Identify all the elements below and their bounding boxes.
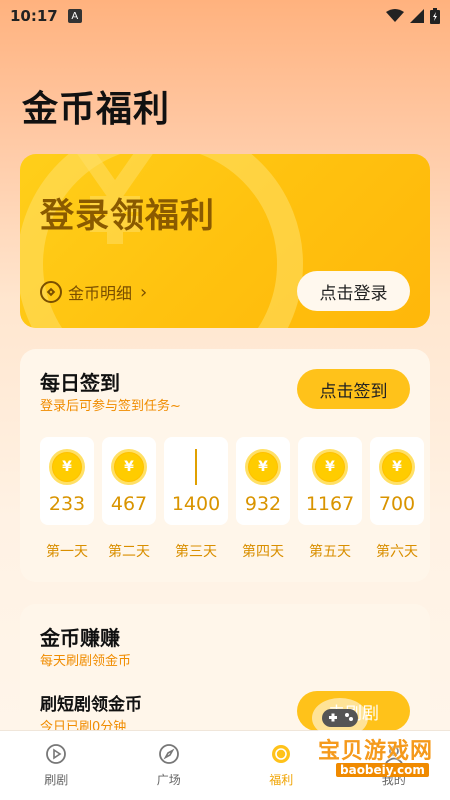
signal-icon [410,9,424,23]
signin-subtitle: 登录后可参与签到任务~ [40,399,181,414]
login-card-title: 登录领福利 [40,196,215,236]
login-button[interactable]: 点击登录 [297,271,410,311]
day-reward-box: ¥ 1167 [298,437,362,525]
coin-edge-icon [195,449,198,485]
day-amount: 1167 [305,493,355,515]
coin-detail-icon [40,281,62,303]
battery-icon [430,8,440,24]
signin-day: ¥ 932 第四天 [236,437,290,561]
chevron-right-icon: › [140,281,148,303]
signin-day: 1400 第三天 [164,437,228,561]
status-bar: 10:17 A [0,0,450,32]
coin-icon: ¥ [49,449,85,485]
nav-label: 广场 [156,773,181,787]
day-reward-box: 1400 [164,437,228,525]
gamepad-icon [312,698,368,738]
earn-subtitle: 每天刷剧领金币 [40,654,132,669]
coin-detail-link[interactable]: 金币明细 › [40,280,147,304]
day-label: 第四天 [242,544,284,560]
daily-signin-card: 每日签到 登录后可参与签到任务~ 点击签到 ¥ 233 第一天 ¥ 467 第二… [20,349,430,582]
day-amount: 700 [378,493,416,515]
coin-icon: ¥ [111,449,147,485]
nav-label: 刷剧 [44,773,69,787]
day-amount: 233 [48,493,86,515]
play-circle-icon [45,743,67,765]
day-reward-box: ¥ 467 [102,437,156,525]
signin-title: 每日签到 [40,371,120,395]
status-icons [386,8,440,24]
day-label: 第五天 [309,544,351,560]
day-reward-box: ¥ 233 [40,437,94,525]
signin-button[interactable]: 点击签到 [297,369,410,409]
coin-detail-label: 金币明细 [68,284,133,303]
day-amount: 467 [110,493,148,515]
day-amount: 1400 [171,493,221,515]
day-reward-box: ¥ 700 [370,437,424,525]
signin-day: ¥ 1167 第五天 [298,437,362,561]
day-label: 第一天 [46,544,88,560]
day-amount: 932 [244,493,282,515]
signin-day: ¥ 700 第六天 [370,437,424,561]
nav-item-plaza[interactable]: 广场 [113,731,226,800]
task-title: 刷短剧领金币 [40,695,142,715]
notification-icon: A [67,9,82,23]
day-reward-box: ¥ 932 [236,437,290,525]
day-label: 第三天 [175,544,217,560]
page-title: 金币福利 [22,89,171,130]
signin-day: ¥ 467 第二天 [102,437,156,561]
day-label: 第二天 [108,544,150,560]
compass-icon [158,743,180,765]
signin-days-row: ¥ 233 第一天 ¥ 467 第二天 1400 第三天 ¥ 932 第四天 ¥… [40,437,424,561]
watermark-text: 宝贝游戏网 [318,739,434,764]
signin-day: ¥ 233 第一天 [40,437,94,561]
login-card: 登录领福利 金币明细 › 点击登录 [20,154,430,328]
coin-icon: ¥ [312,449,348,485]
status-time: 10:17 [10,7,58,25]
wifi-icon [386,9,404,22]
nav-item-drama[interactable]: 刷剧 [0,731,113,800]
day-label: 第六天 [376,544,418,560]
watermark-url: baobeiy.com [336,763,429,777]
coin-icon: ¥ [379,449,415,485]
coin-icon: ¥ [245,449,281,485]
earn-title: 金币赚赚 [40,626,120,650]
site-watermark: 宝贝游戏网 baobeiy.com [268,698,438,783]
